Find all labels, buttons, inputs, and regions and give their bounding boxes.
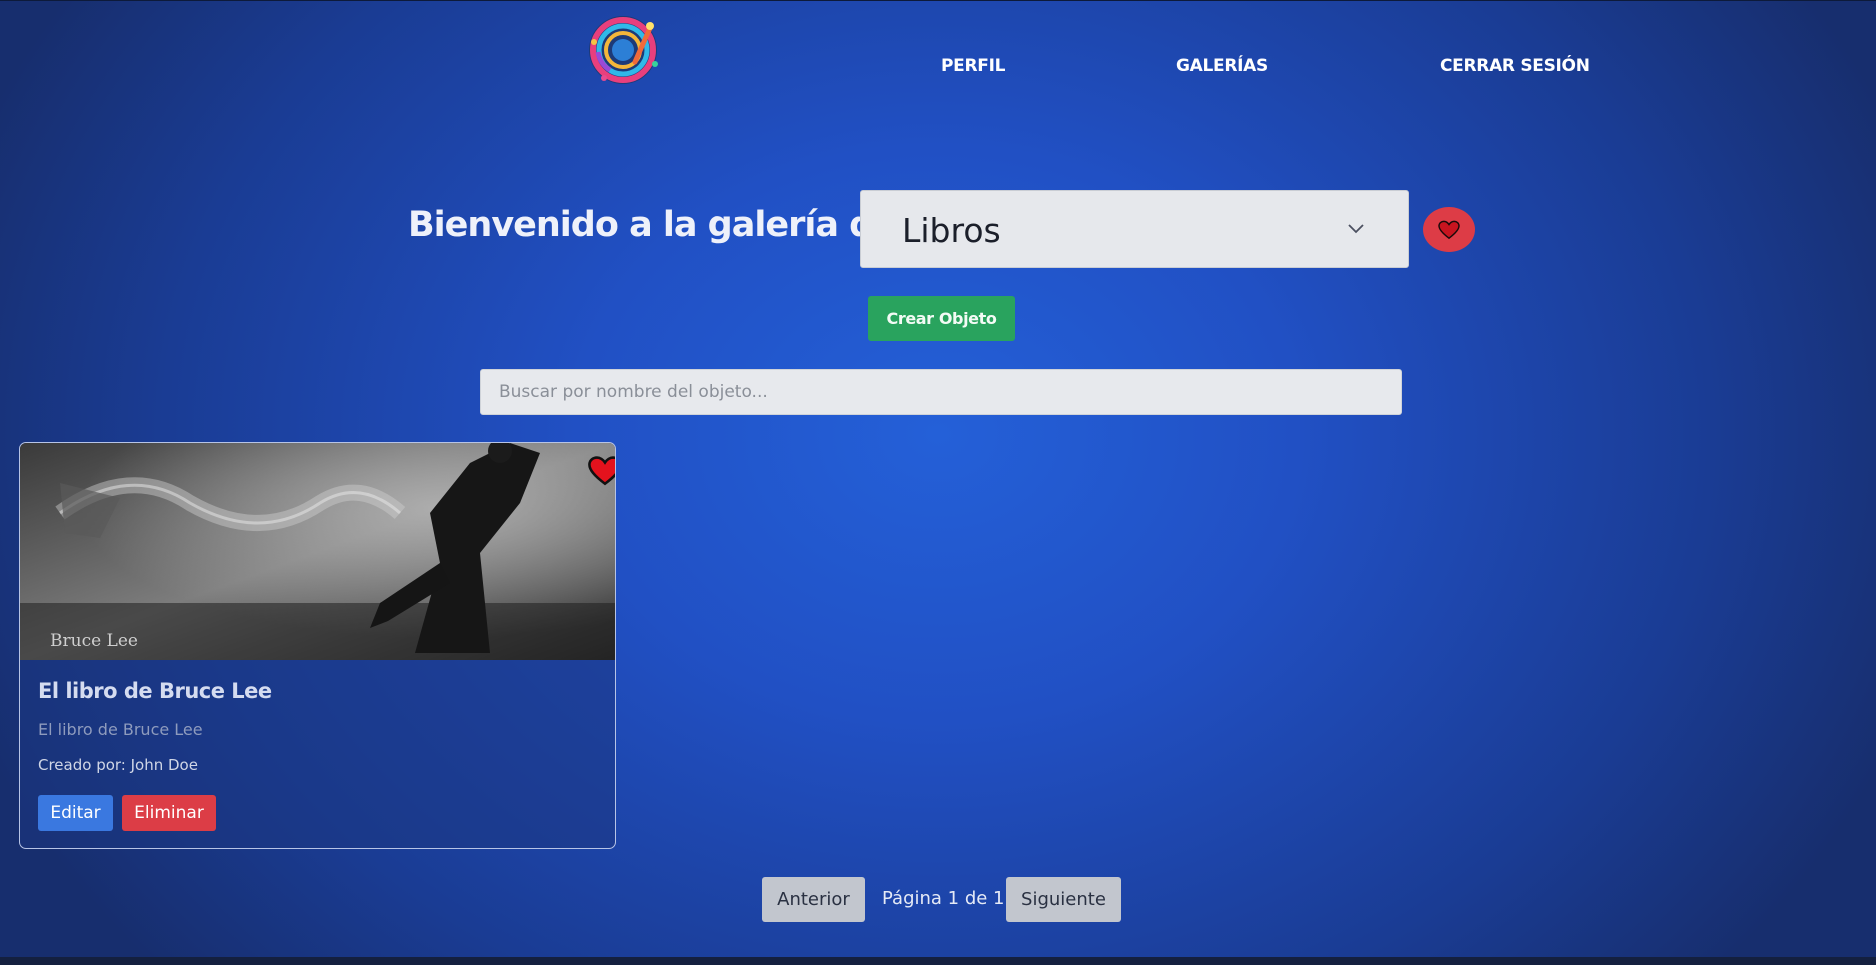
nav-link-perfil[interactable]: PERFIL [941, 56, 1005, 76]
nav-link-galerias[interactable]: GALERÍAS [1176, 56, 1268, 76]
heart-icon [1438, 220, 1460, 239]
item-description: El libro de Bruce Lee [38, 720, 203, 739]
create-object-button[interactable]: Crear Objeto [868, 296, 1015, 341]
favorite-item-heart-icon[interactable] [588, 455, 616, 487]
nav-link-cerrar-sesion[interactable]: CERRAR SESIÓN [1440, 56, 1590, 76]
gallery-select[interactable]: Libros [860, 190, 1409, 268]
favorite-gallery-button[interactable] [1423, 207, 1475, 252]
item-card: Bruce Lee El libro de Bruce Lee El libro… [19, 442, 616, 849]
chevron-down-icon [1348, 224, 1364, 234]
top-border [0, 0, 1876, 1]
next-page-button[interactable]: Siguiente [1006, 877, 1121, 922]
item-author: Creado por: John Doe [38, 756, 198, 774]
item-title: El libro de Bruce Lee [38, 679, 272, 703]
palette-brush-logo-icon[interactable] [580, 12, 666, 88]
bottom-bar [0, 957, 1876, 965]
item-image [20, 443, 615, 660]
edit-button[interactable]: Editar [38, 795, 113, 831]
search-input[interactable] [480, 369, 1402, 415]
page-title: Bienvenido a la galería de [408, 205, 897, 245]
gallery-select-value: Libros [902, 211, 1001, 250]
delete-button[interactable]: Eliminar [122, 795, 216, 831]
item-image-caption: Bruce Lee [50, 631, 138, 651]
page-indicator: Página 1 de 1 [882, 888, 1005, 909]
previous-page-button[interactable]: Anterior [762, 877, 865, 922]
